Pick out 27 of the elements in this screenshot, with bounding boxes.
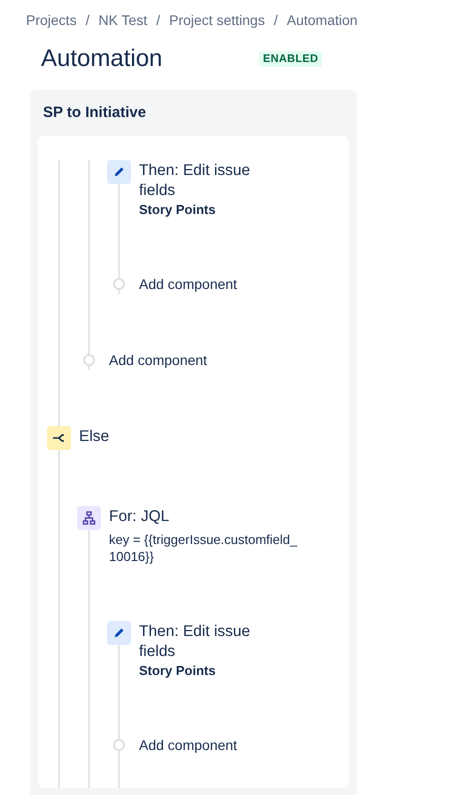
component-detail: Story Points xyxy=(139,662,217,679)
add-component-link[interactable]: Add component xyxy=(109,352,208,368)
hierarchy-icon xyxy=(77,506,101,530)
breadcrumb-link[interactable]: NK Test xyxy=(98,11,148,29)
breadcrumb-link[interactable]: Automation xyxy=(286,11,358,29)
add-node-circle xyxy=(113,739,125,751)
pencil-icon xyxy=(107,160,131,184)
component-title[interactable]: Then: Edit issue fields xyxy=(139,161,264,201)
pencil-icon xyxy=(107,621,131,645)
breadcrumb-separator: / xyxy=(156,11,160,29)
component-detail: Story Points xyxy=(139,201,217,218)
component-title[interactable]: Then: Edit issue fields xyxy=(139,622,264,662)
page-title: Automation xyxy=(41,45,164,73)
branch-icon xyxy=(47,426,71,450)
component-detail: key = {{triggerIssue.customfield_ 10016}} xyxy=(109,531,298,565)
status-lozenge: ENABLED xyxy=(259,51,322,67)
add-node-circle xyxy=(83,354,95,366)
breadcrumb-link[interactable]: Projects xyxy=(26,11,77,29)
component-title[interactable]: Else xyxy=(79,427,110,447)
add-component-link[interactable]: Add component xyxy=(139,737,238,753)
breadcrumb-separator: / xyxy=(86,11,90,29)
add-component-link[interactable]: Add component xyxy=(139,276,238,292)
add-node-circle xyxy=(113,278,125,290)
component-title[interactable]: For: JQL xyxy=(109,507,234,527)
breadcrumb-separator: / xyxy=(274,11,278,29)
breadcrumb-link[interactable]: Project settings xyxy=(169,11,265,29)
rule-name: SP to Initiative xyxy=(42,103,148,123)
